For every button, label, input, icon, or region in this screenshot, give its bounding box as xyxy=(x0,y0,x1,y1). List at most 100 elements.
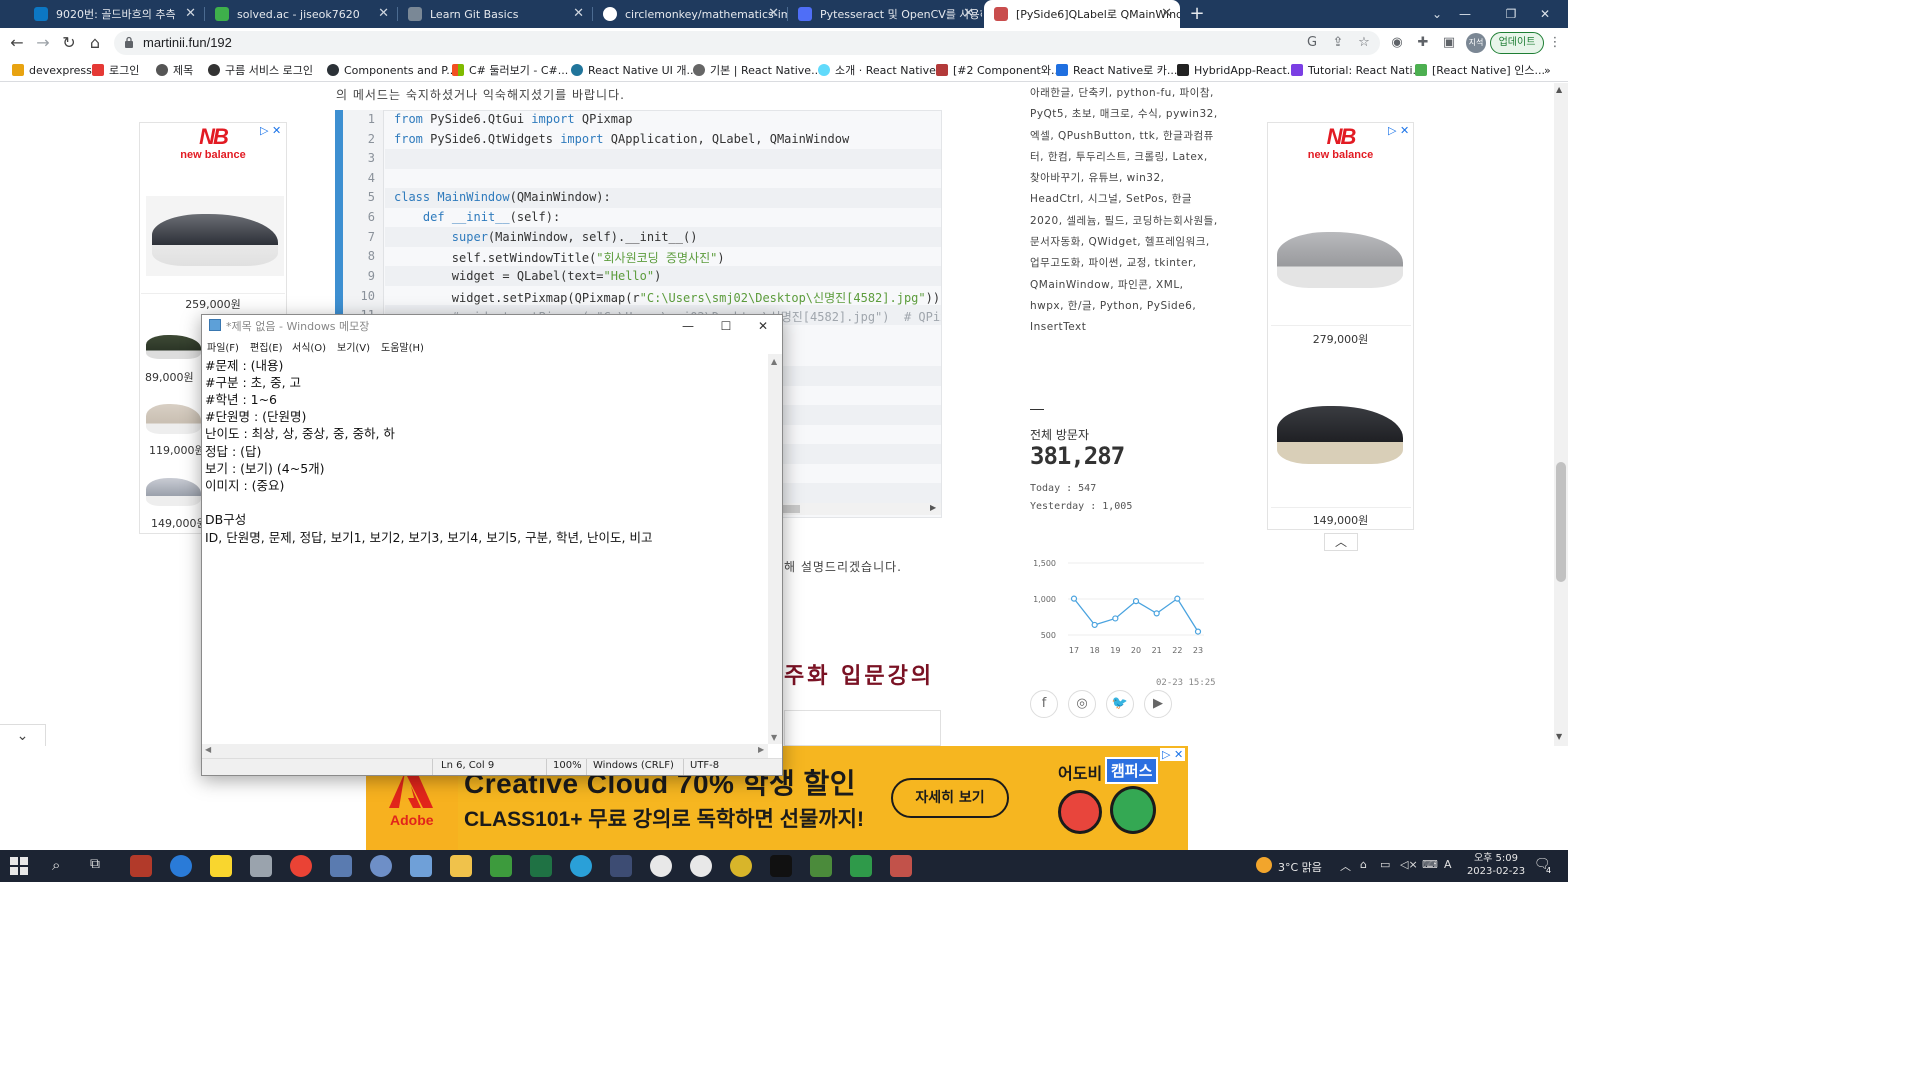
tab-github[interactable]: circlemonkey/mathematics-imag ✕ xyxy=(593,0,787,28)
menu-help[interactable]: 도움말(H) xyxy=(381,339,424,354)
kakaotalk-icon[interactable] xyxy=(210,855,232,877)
bookmark-item[interactable]: 제목 xyxy=(156,62,193,78)
youtube-icon[interactable]: ▶ xyxy=(1144,690,1172,718)
back-icon[interactable]: ← xyxy=(6,32,28,54)
terminal-icon[interactable] xyxy=(770,855,792,877)
share-icon[interactable]: ⇪ xyxy=(1329,34,1347,52)
text-line[interactable]: 난이도 : 최상, 상, 중상, 중, 중하, 하 xyxy=(205,423,395,442)
update-button[interactable]: 업데이트 xyxy=(1490,32,1544,54)
bookmark-item[interactable]: devexpress xyxy=(12,62,92,78)
close-window-button[interactable]: ✕ xyxy=(1522,0,1568,28)
keyboard-icon[interactable]: ⌨ xyxy=(1422,858,1438,871)
bookmark-star-icon[interactable]: ☆ xyxy=(1355,34,1373,52)
reload-icon[interactable]: ↻ xyxy=(58,32,80,54)
avatar[interactable]: 지석 xyxy=(1466,33,1486,53)
text-line[interactable]: 이미지 : (중요) xyxy=(205,475,284,494)
chart-point[interactable] xyxy=(1153,610,1160,617)
menu-dots-icon[interactable]: ⋮ xyxy=(1546,34,1564,52)
tab-baekjoon[interactable]: 9020번: 골드바흐의 추측 ✕ xyxy=(24,0,204,28)
chrome-icon[interactable] xyxy=(290,855,312,877)
bookmark-item[interactable]: 구름 서비스 로그인 xyxy=(208,62,313,78)
menu-view[interactable]: 보기(V) xyxy=(337,339,370,354)
bookmark-item[interactable]: 기본 | React Native... xyxy=(693,62,822,78)
notepad-taskbar-icon[interactable] xyxy=(410,855,432,877)
app-icon[interactable] xyxy=(690,855,712,877)
close-button[interactable]: ✕ xyxy=(745,315,781,337)
scroll-right-icon[interactable]: ▶ xyxy=(758,745,764,754)
page-scroll-thumb[interactable] xyxy=(1556,462,1566,582)
tag-cloud[interactable]: 아래한글, 단축키, python-fu, 파이참, PyQt5, 초보, 매크… xyxy=(1030,83,1220,339)
new-tab-button[interactable]: + xyxy=(1186,3,1208,25)
menu-edit[interactable]: 편집(E) xyxy=(250,339,283,354)
bookmark-item[interactable]: React Native로 카... xyxy=(1056,62,1177,78)
chart-point[interactable] xyxy=(1174,595,1181,602)
url-text[interactable]: martinii.fun/192 xyxy=(143,35,232,50)
menu-file[interactable]: 파일(F) xyxy=(207,339,239,354)
twitter-icon[interactable]: 🐦 xyxy=(1106,690,1134,718)
bookmark-item[interactable]: Components and P... xyxy=(327,62,457,78)
chevron-up-icon[interactable]: ︿ xyxy=(1340,858,1351,874)
close-icon[interactable]: ✕ xyxy=(185,6,196,21)
ime-indicator[interactable]: A xyxy=(1444,858,1452,871)
close-icon[interactable]: ✕ xyxy=(768,6,779,21)
app-icon[interactable] xyxy=(650,855,672,877)
weather-text[interactable]: 3°C 맑음 xyxy=(1278,859,1322,875)
scroll-down-icon[interactable]: ▼ xyxy=(1556,732,1562,741)
scroll-up-icon[interactable]: ▲ xyxy=(1556,85,1562,94)
text-line[interactable]: DB구성 xyxy=(205,509,246,528)
close-icon[interactable]: ✕ xyxy=(573,6,584,21)
bookmark-item[interactable]: React Native UI 개... xyxy=(571,62,697,78)
bookmark-item[interactable]: 로그인 xyxy=(92,62,139,78)
text-line[interactable]: ID, 단원명, 문제, 정답, 보기1, 보기2, 보기3, 보기4, 보기5… xyxy=(205,527,652,546)
file-explorer-icon[interactable] xyxy=(450,855,472,877)
side-panel-icon[interactable]: ▣ xyxy=(1440,34,1458,52)
app-icon[interactable] xyxy=(370,855,392,877)
ad-close-icon[interactable]: ▷ ✕ xyxy=(1160,748,1186,761)
minimize-button[interactable]: — xyxy=(1442,0,1488,28)
address-bar[interactable] xyxy=(114,31,1380,55)
task-view-icon[interactable]: ⧉ xyxy=(90,856,100,872)
battery-icon[interactable]: ▭ xyxy=(1380,858,1390,871)
scroll-up-icon[interactable]: ▲ xyxy=(771,357,777,366)
chart-point[interactable] xyxy=(1194,628,1202,635)
close-icon[interactable]: ✕ xyxy=(378,6,389,21)
edge-icon[interactable] xyxy=(570,855,592,877)
close-icon[interactable]: ✕ xyxy=(963,6,974,21)
network-icon[interactable]: ⌂ xyxy=(1360,858,1367,871)
excel-icon[interactable] xyxy=(530,855,552,877)
windows-start-icon[interactable] xyxy=(10,857,28,875)
app-icon[interactable] xyxy=(810,855,832,877)
scroll-down-icon[interactable]: ▼ xyxy=(771,733,777,742)
chevron-down-icon[interactable]: ⌄ xyxy=(0,724,46,746)
tab-pyside6-active[interactable]: [PySide6]QLabel로 QMainWindo ✕ xyxy=(984,0,1180,28)
instagram-icon[interactable]: ◎ xyxy=(1068,690,1096,718)
app-icon[interactable] xyxy=(850,855,872,877)
app-icon[interactable] xyxy=(730,855,752,877)
chart-point[interactable] xyxy=(1112,615,1119,622)
tab-pytesseract[interactable]: Pytesseract 및 OpenCV를 사용하 ✕ xyxy=(788,0,982,28)
notepad-horizontal-scrollbar[interactable] xyxy=(202,744,768,758)
facebook-icon[interactable]: f xyxy=(1030,690,1058,718)
notepad-vertical-scrollbar[interactable] xyxy=(768,354,782,744)
bookmark-item[interactable]: [React Native] 인스... xyxy=(1415,62,1545,78)
menu-format[interactable]: 서식(O) xyxy=(292,339,326,354)
ad-cta-button[interactable]: 자세히 보기 xyxy=(891,778,1009,818)
tab-solved-ac[interactable]: solved.ac - jiseok7620 ✕ xyxy=(205,0,397,28)
volume-icon[interactable]: ◁× xyxy=(1400,858,1418,871)
bookmark-item[interactable]: HybridApp-React... xyxy=(1177,62,1297,78)
chart-point[interactable] xyxy=(1091,621,1098,629)
app-icon[interactable] xyxy=(490,855,512,877)
home-icon[interactable]: ⌂ xyxy=(84,32,106,54)
lock-icon[interactable] xyxy=(124,36,134,49)
bookmark-item[interactable]: 소개 · React Native xyxy=(818,62,936,78)
right-ad[interactable] xyxy=(1267,122,1414,530)
bookmark-item[interactable]: C# 둘러보기 - C#... xyxy=(452,62,568,78)
maximize-button[interactable]: ☐ xyxy=(708,315,744,337)
app-icon[interactable] xyxy=(250,855,272,877)
close-icon[interactable]: ✕ xyxy=(1161,6,1172,21)
bookmark-item[interactable]: [#2 Component와... xyxy=(936,62,1061,78)
chart-point[interactable] xyxy=(1132,598,1140,605)
app-icon[interactable] xyxy=(170,855,192,877)
filezilla-icon[interactable] xyxy=(130,855,152,877)
app-icon[interactable] xyxy=(890,855,912,877)
